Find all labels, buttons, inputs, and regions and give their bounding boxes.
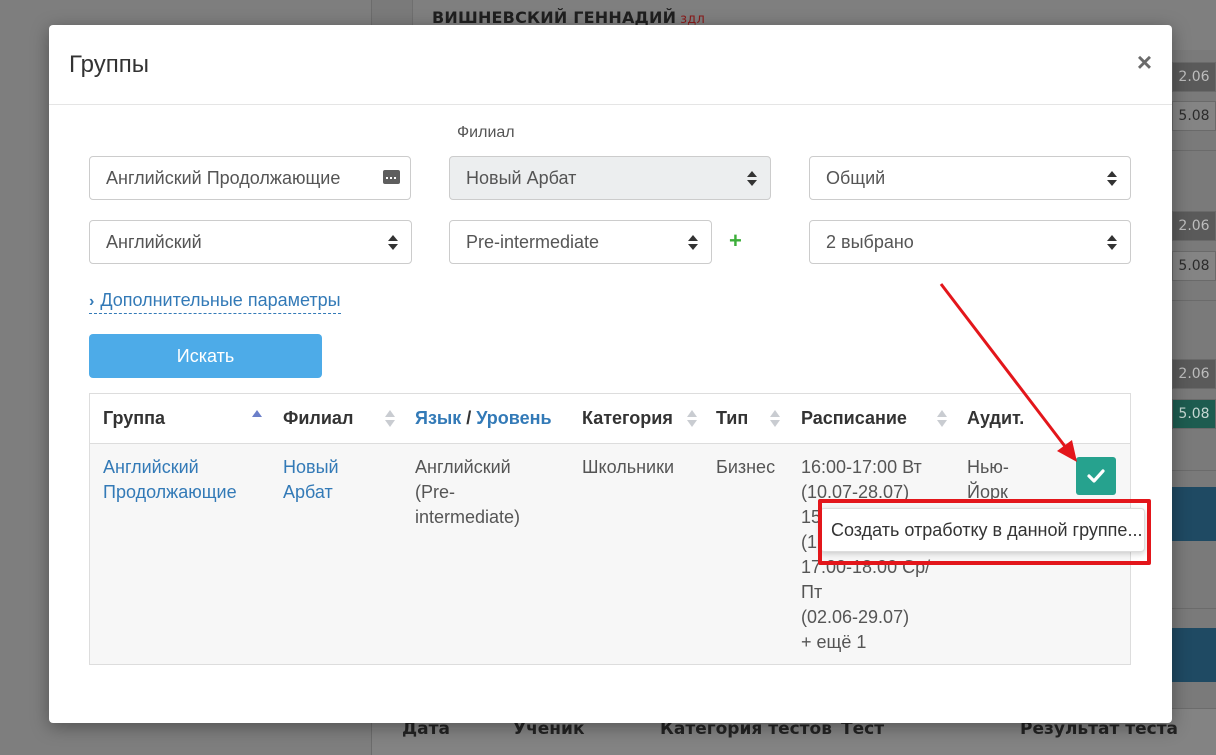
col-room-header[interactable]: Аудит.: [967, 408, 1024, 429]
checkmark-icon: [1087, 469, 1105, 483]
sort-icon[interactable]: [687, 410, 697, 428]
chevron-right-icon: ›: [89, 293, 95, 310]
type-select-value: Общий: [826, 167, 886, 188]
row-group-link[interactable]: Английский Продолжающие: [103, 455, 263, 505]
table-header: Группа Филиал Язык / Уровень Категория Т…: [90, 394, 1130, 444]
category-select[interactable]: 2 выбрано: [809, 220, 1131, 264]
branch-label: Филиал: [457, 124, 515, 141]
row-type: Бизнес: [716, 457, 776, 477]
row-branch-link[interactable]: Новый Арбат: [283, 455, 373, 505]
language-select-value: Английский: [106, 231, 202, 252]
background-cell: 2.06: [1172, 62, 1216, 92]
select-arrows-icon: [747, 171, 757, 187]
row-category: Школьники: [582, 457, 674, 477]
select-group-button[interactable]: [1076, 457, 1116, 495]
sort-icon[interactable]: [937, 410, 947, 428]
keyboard-icon[interactable]: [383, 170, 400, 184]
col-level-link[interactable]: Уровень: [476, 408, 551, 428]
branch-select-value: Новый Арбат: [466, 167, 577, 188]
level-select[interactable]: Pre-intermediate: [449, 220, 712, 264]
col-category-header[interactable]: Категория: [582, 408, 673, 429]
search-button[interactable]: Искать: [89, 334, 322, 378]
type-select[interactable]: Общий: [809, 156, 1131, 200]
groups-modal: Группы × Филиал Английский Продолжающие …: [49, 25, 1172, 723]
background-cell: 5.08: [1172, 251, 1216, 281]
col-type-header[interactable]: Тип: [716, 408, 748, 429]
category-select-value: 2 выбрано: [826, 231, 914, 252]
col-branch-header[interactable]: Филиал: [283, 408, 353, 429]
select-arrows-icon: [688, 235, 698, 251]
sort-icon[interactable]: [770, 410, 780, 428]
select-arrows-icon: [1107, 235, 1117, 251]
sort-icon[interactable]: [385, 410, 395, 428]
advanced-params-link[interactable]: › Дополнительные параметры: [89, 290, 341, 314]
language-select[interactable]: Английский: [89, 220, 412, 264]
group-name-input[interactable]: Английский Продолжающие: [89, 156, 411, 200]
background-cell: 2.06: [1172, 359, 1216, 389]
modal-header: Группы ×: [49, 25, 1172, 105]
col-schedule-header[interactable]: Расписание: [801, 408, 907, 429]
add-level-icon[interactable]: +: [729, 228, 742, 254]
col-language-link[interactable]: Язык: [415, 408, 461, 428]
background-cell: 2.06: [1172, 211, 1216, 241]
sort-asc-icon[interactable]: [252, 410, 262, 428]
background-cell: 5.08: [1172, 399, 1216, 429]
col-group-header[interactable]: Группа: [103, 408, 165, 429]
select-arrows-icon: [388, 235, 398, 251]
select-arrows-icon: [1107, 171, 1117, 187]
close-icon[interactable]: ×: [1137, 49, 1152, 75]
col-language-level-header: Язык / Уровень: [415, 408, 552, 428]
background-strip: [1172, 628, 1216, 682]
background-cell: 5.08: [1172, 101, 1216, 131]
level-select-value: Pre-intermediate: [466, 231, 600, 252]
branch-select[interactable]: Новый Арбат: [449, 156, 771, 200]
row-language-level: Английский (Pre-intermediate): [415, 457, 521, 527]
group-name-value: Английский Продолжающие: [106, 167, 341, 188]
annotation-highlight-box: [818, 499, 1151, 565]
modal-title: Группы: [69, 51, 149, 78]
row-room: Нью-Йорк: [967, 457, 1009, 502]
background-strip: [1172, 487, 1216, 541]
